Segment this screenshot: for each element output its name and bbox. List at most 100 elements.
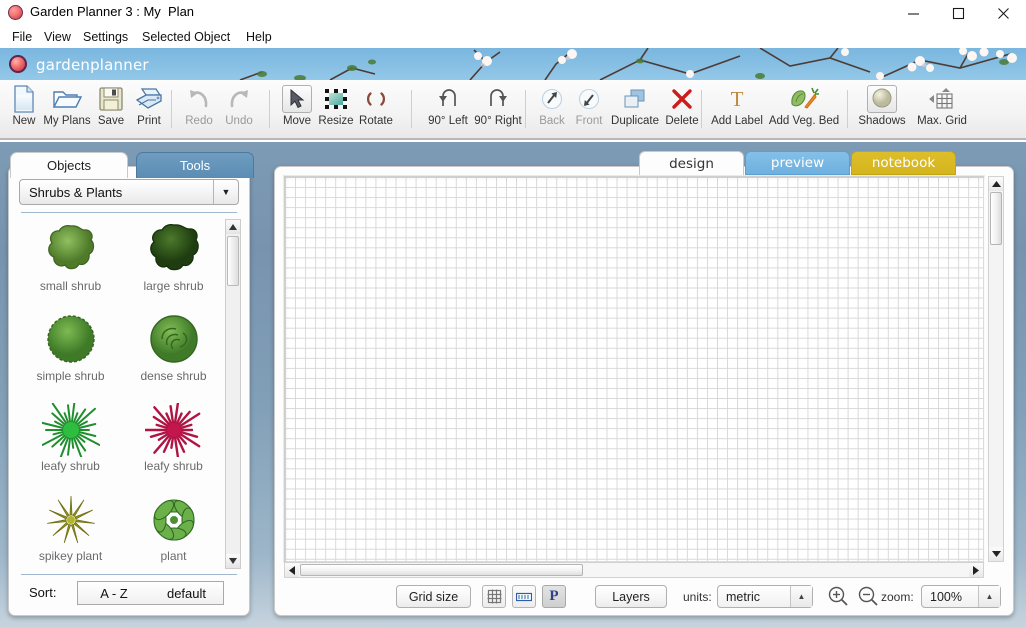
units-select[interactable]: metric ▲ xyxy=(717,585,813,608)
toolbar-rotate-left-label: 90° Left xyxy=(428,115,468,127)
divider xyxy=(21,212,237,213)
toolbar-duplicate-label: Duplicate xyxy=(611,115,659,127)
menu-item-file[interactable]: File xyxy=(8,28,36,46)
selected-indicator xyxy=(867,85,897,113)
floppy-disk-icon xyxy=(94,84,128,114)
toolbar-front-label: Front xyxy=(576,115,603,127)
toolbar-separator xyxy=(171,90,172,128)
toolbar-add-veg-bed-button[interactable]: Add Veg. Bed xyxy=(765,84,843,134)
sort-default-label: default xyxy=(167,586,206,601)
object-item[interactable]: dense shrub xyxy=(122,309,225,383)
design-grid-canvas[interactable] xyxy=(284,176,984,562)
chevron-down-icon: ▼ xyxy=(214,187,238,197)
toolbar-shadows-button[interactable]: Shadows xyxy=(855,84,909,134)
toolbar-delete-label: Delete xyxy=(665,115,698,127)
sort-default-button[interactable]: default xyxy=(150,581,224,605)
simple-shrub-icon xyxy=(19,309,122,367)
toolbar-rotate-left-button[interactable]: 90° Left xyxy=(424,84,472,134)
objects-scrollbar[interactable] xyxy=(225,219,241,569)
scrollbar-thumb[interactable] xyxy=(300,564,583,576)
category-select[interactable]: Shrubs & Plants ▼ xyxy=(19,179,239,205)
units-label: units: xyxy=(683,590,712,604)
layers-button[interactable]: Layers xyxy=(595,585,667,608)
menu-item-view[interactable]: View xyxy=(40,28,75,46)
zoom-select[interactable]: 100% ▲ xyxy=(921,585,1001,608)
toolbar-delete-button[interactable]: Delete xyxy=(662,84,702,134)
tab-notebook[interactable]: notebook xyxy=(851,151,956,175)
app-logo-text: gardenplanner xyxy=(36,56,149,74)
maximize-button[interactable] xyxy=(936,0,981,26)
dense-shrub-icon xyxy=(122,309,225,367)
tab-tools[interactable]: Tools xyxy=(136,152,254,178)
close-button[interactable] xyxy=(981,0,1026,26)
spikey-plant-icon xyxy=(19,489,122,547)
layers-label: Layers xyxy=(612,590,650,604)
scroll-right-button[interactable] xyxy=(969,563,983,577)
scroll-down-button[interactable] xyxy=(989,547,1003,561)
large-shrub-icon xyxy=(122,219,225,277)
toolbar-new-button[interactable]: New xyxy=(6,84,42,134)
toolbar-duplicate-button[interactable]: Duplicate xyxy=(608,84,662,134)
page-icon: P xyxy=(549,588,558,605)
object-item[interactable]: plant xyxy=(122,489,225,563)
toolbar-rotate-button[interactable]: Rotate xyxy=(356,84,396,134)
object-item[interactable]: spikey plant xyxy=(19,489,122,563)
object-item-label: small shrub xyxy=(19,279,122,293)
app-banner: gardenplanner xyxy=(0,48,1026,80)
ruler-toggle-icon[interactable] xyxy=(512,585,536,608)
toolbar-rotate-label: Rotate xyxy=(359,115,393,127)
toolbar-back-button[interactable]: Back xyxy=(533,84,571,134)
menu-item-help[interactable]: Help xyxy=(242,28,276,46)
object-item[interactable]: leafy shrub xyxy=(19,399,122,473)
open-folder-icon xyxy=(50,84,84,114)
toolbar-print-button[interactable]: Print xyxy=(130,84,168,134)
zoom-in-button[interactable] xyxy=(825,583,851,609)
object-item[interactable]: large shrub xyxy=(122,219,225,293)
object-item[interactable]: small shrub xyxy=(19,219,122,293)
toolbar-max-grid-button[interactable]: Max. Grid xyxy=(912,84,972,134)
new-document-icon xyxy=(7,84,41,114)
scrollbar-thumb[interactable] xyxy=(227,236,239,286)
toolbar-add-label-button[interactable]: TAdd Label xyxy=(709,84,765,134)
toolbar-resize-button[interactable]: Resize xyxy=(316,84,356,134)
scroll-up-button[interactable] xyxy=(989,177,1003,191)
object-item-label: leafy shrub xyxy=(122,459,225,473)
toolbar-move-button[interactable]: Move xyxy=(278,84,316,134)
menu-item-selected-object[interactable]: Selected Object xyxy=(138,28,234,46)
toolbar-front-button[interactable]: Front xyxy=(570,84,608,134)
toolbar-separator xyxy=(411,90,412,128)
object-item-label: dense shrub xyxy=(122,369,225,383)
tab-preview[interactable]: preview xyxy=(745,151,850,175)
toolbar-my-plans-button[interactable]: My Plans xyxy=(42,84,92,134)
grid-size-label: Grid size xyxy=(409,590,458,604)
redo-arrow-icon xyxy=(182,84,216,114)
toolbar-separator xyxy=(525,90,526,128)
canvas-horizontal-scrollbar[interactable] xyxy=(284,562,984,578)
toolbar-undo-button[interactable]: Undo xyxy=(219,84,259,134)
canvas-bottom-bar: Grid size P Laye xyxy=(275,579,1015,615)
tab-objects[interactable]: Objects xyxy=(10,152,128,178)
zoom-out-button[interactable] xyxy=(855,583,881,609)
sort-row: Sort: A - Z default xyxy=(9,581,251,607)
toolbar-redo-button[interactable]: Redo xyxy=(179,84,219,134)
main-toolbar: NewMy PlansSavePrint RedoUndo MoveResizeRo… xyxy=(0,80,1026,140)
object-item[interactable]: leafy shrub xyxy=(122,399,225,473)
toolbar-rotate-right-button[interactable]: 90° Right xyxy=(472,84,524,134)
scroll-left-button[interactable] xyxy=(285,563,299,577)
object-item-label: plant xyxy=(122,549,225,563)
scroll-down-button[interactable] xyxy=(226,554,240,568)
scroll-up-button[interactable] xyxy=(226,220,240,234)
sort-az-button[interactable]: A - Z xyxy=(77,581,151,605)
minimize-button[interactable] xyxy=(891,0,936,26)
toolbar-save-button[interactable]: Save xyxy=(92,84,130,134)
canvas-vertical-scrollbar[interactable] xyxy=(988,176,1004,562)
toolbar-my-plans-label: My Plans xyxy=(43,115,90,127)
object-item[interactable]: simple shrub xyxy=(19,309,122,383)
scrollbar-thumb[interactable] xyxy=(990,192,1002,245)
grid-size-button[interactable]: Grid size xyxy=(396,585,471,608)
menu-bar: FileViewSettings Selected Object Help xyxy=(0,26,1026,48)
tab-design[interactable]: design xyxy=(639,151,744,175)
menu-item-settings[interactable]: Settings xyxy=(79,28,132,46)
page-layout-button[interactable]: P xyxy=(542,585,566,608)
grid-toggle-icon[interactable] xyxy=(482,585,506,608)
